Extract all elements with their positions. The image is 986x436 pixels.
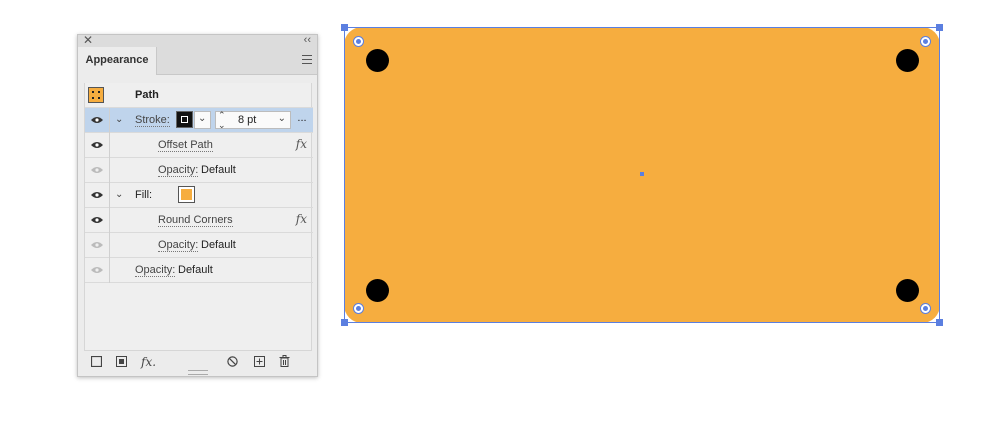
stroke-opacity-row[interactable]: Opacity: Default [85, 158, 313, 183]
panel-menu-icon[interactable] [302, 55, 312, 64]
offset-path-row[interactable]: Offset Path fx [85, 133, 313, 158]
round-corners-effect-link[interactable]: Round Corners [158, 214, 233, 227]
path-row[interactable]: Path [85, 83, 313, 108]
add-new-fill-icon[interactable] [116, 356, 127, 367]
stroke-opacity-label[interactable]: Opacity: [158, 164, 199, 177]
visibility-eye-icon[interactable] [91, 191, 103, 199]
path-label: Path [135, 89, 159, 101]
add-new-stroke-icon[interactable] [91, 356, 102, 367]
stroke-color-swatch[interactable] [176, 111, 193, 128]
fill-color-swatch[interactable] [178, 186, 195, 203]
path-thumbnail [88, 87, 104, 103]
resize-grip[interactable] [188, 370, 208, 375]
visibility-eye-icon[interactable] [91, 166, 103, 174]
stroke-row[interactable]: ⌄ Stroke: ⌄ ⌃ ⌄ 8 pt ⌄ ... [85, 108, 313, 133]
fill-row[interactable]: ⌄ Fill: [85, 183, 313, 208]
panel-bottom-toolbar: fx. [78, 353, 317, 371]
offset-path-effect-link[interactable]: Offset Path [158, 139, 213, 152]
canvas-artwork[interactable] [341, 24, 943, 326]
tab-appearance[interactable]: Appearance [78, 47, 157, 75]
stepper-icon[interactable]: ⌃ ⌄ [218, 110, 226, 130]
add-new-effect-icon[interactable]: fx. [141, 355, 156, 369]
trash-icon[interactable] [279, 355, 290, 367]
fx-icon[interactable]: fx [296, 212, 307, 226]
stroke-label[interactable]: Stroke: [135, 114, 170, 127]
resize-handle[interactable] [341, 24, 348, 31]
chevron-down-icon[interactable]: ⌄ [115, 189, 123, 200]
resize-handle[interactable] [936, 24, 943, 31]
visibility-eye-icon[interactable] [91, 141, 103, 149]
fill-opacity-label[interactable]: Opacity: [158, 239, 199, 252]
corner-radius-widget[interactable] [920, 36, 931, 47]
appearance-panel: ✕ ‹‹ Appearance Path ⌄ Stroke: ⌄ ⌃ ⌄ 8 pt [77, 33, 318, 377]
panel-titlebar[interactable]: ✕ ‹‹ [78, 33, 317, 47]
object-opacity-label[interactable]: Opacity: [135, 264, 176, 277]
duplicate-item-icon[interactable] [254, 356, 265, 367]
panel-tabbar: Appearance [78, 47, 317, 75]
fill-opacity-row[interactable]: Opacity: Default [85, 233, 313, 258]
collapse-panel-icon[interactable]: ‹‹ [304, 33, 311, 47]
clear-appearance-icon[interactable] [227, 356, 238, 367]
stroke-weight-field[interactable]: ⌃ ⌄ 8 pt ⌄ [215, 110, 291, 130]
corner-radius-widget[interactable] [353, 303, 364, 314]
fill-label: Fill: [135, 189, 153, 201]
visibility-eye-icon[interactable] [91, 216, 103, 224]
fx-icon[interactable]: fx [296, 137, 307, 151]
chevron-down-icon[interactable]: ⌄ [115, 114, 123, 125]
chevron-down-icon[interactable]: ⌄ [278, 113, 286, 124]
round-corners-row[interactable]: Round Corners fx [85, 208, 313, 233]
more-options-button[interactable]: ... [293, 111, 311, 129]
resize-handle[interactable] [936, 319, 943, 326]
stroke-opacity-value: Default [201, 164, 236, 176]
object-opacity-value: Default [178, 264, 213, 276]
visibility-eye-icon[interactable] [91, 116, 103, 124]
resize-handle[interactable] [341, 319, 348, 326]
object-opacity-row[interactable]: Opacity: Default [85, 258, 313, 283]
appearance-list: Path ⌄ Stroke: ⌄ ⌃ ⌄ 8 pt ⌄ ... Offset Pa… [84, 83, 313, 351]
close-icon[interactable]: ✕ [83, 33, 93, 47]
center-point [640, 172, 644, 176]
stroke-weight-value: 8 pt [238, 114, 257, 126]
visibility-eye-icon[interactable] [91, 266, 103, 274]
visibility-eye-icon[interactable] [91, 241, 103, 249]
fill-opacity-value: Default [201, 239, 236, 251]
corner-radius-widget[interactable] [353, 36, 364, 47]
corner-radius-widget[interactable] [920, 303, 931, 314]
stroke-swatch-dropdown[interactable]: ⌄ [194, 111, 211, 129]
